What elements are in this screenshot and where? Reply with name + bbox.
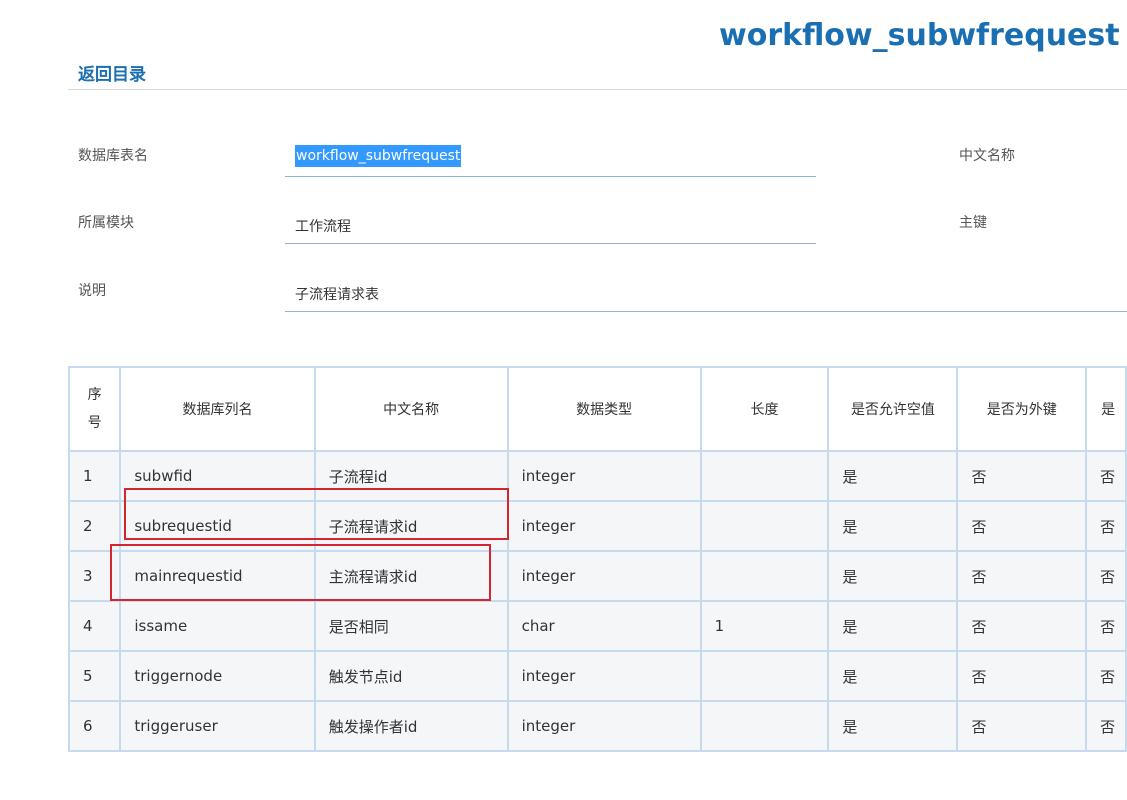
table-row: 5 triggernode 触发节点id integer 是 否 否 <box>67 650 1127 702</box>
cell-column-name: triggernode <box>119 650 316 702</box>
cell-nullable: 是 <box>827 600 959 652</box>
header-column-name: 数据库列名 <box>119 366 316 452</box>
cell-cn-name: 子流程请求id <box>313 500 509 552</box>
cell-column-name: mainrequestid <box>119 550 316 602</box>
cell-seq: 1 <box>67 450 122 502</box>
table-name-field[interactable]: workflow_subwfrequest <box>285 143 816 177</box>
table-row: 3 mainrequestid 主流程请求id integer 是 否 否 <box>67 550 1127 602</box>
cell-length <box>699 500 830 552</box>
cell-nullable: 是 <box>827 500 959 552</box>
primary-key-label: 主键 <box>959 215 987 231</box>
cell-cn-name: 触发操作者id <box>313 700 509 752</box>
back-to-index-link[interactable]: 返回目录 <box>78 60 146 85</box>
table-header-row: 序号 数据库列名 中文名称 数据类型 长度 是否允许空值 是否为外键 是 <box>67 366 1127 452</box>
table-row: 6 triggeruser 触发操作者id integer 是 否 否 <box>67 700 1127 752</box>
cell-seq: 3 <box>67 550 122 602</box>
cell-truncated: 否 <box>1085 450 1127 502</box>
columns-table: 序号 数据库列名 中文名称 数据类型 长度 是否允许空值 是否为外键 是 1 s… <box>67 366 1127 752</box>
cell-truncated: 否 <box>1085 700 1127 752</box>
module-value: 工作流程 <box>295 219 351 235</box>
header-cn-name: 中文名称 <box>313 366 509 452</box>
cell-length <box>699 450 830 502</box>
cell-seq: 2 <box>67 500 122 552</box>
cell-seq: 4 <box>67 600 122 652</box>
cell-nullable: 是 <box>827 550 959 602</box>
cell-length: 1 <box>699 600 830 652</box>
cell-seq: 5 <box>67 650 122 702</box>
module-field[interactable]: 工作流程 <box>285 210 816 244</box>
cell-cn-name: 子流程id <box>313 450 509 502</box>
table-name-label: 数据库表名 <box>78 148 148 164</box>
cell-length <box>699 550 830 602</box>
cell-truncated: 否 <box>1085 600 1127 652</box>
cn-name-label: 中文名称 <box>959 148 1015 164</box>
cell-nullable: 是 <box>827 700 959 752</box>
cell-truncated: 否 <box>1085 500 1127 552</box>
cell-column-name: issame <box>119 600 316 652</box>
cell-seq: 6 <box>67 700 122 752</box>
cell-data-type: char <box>506 600 702 652</box>
cell-cn-name: 是否相同 <box>313 600 509 652</box>
cell-foreign-key: 否 <box>956 500 1088 552</box>
cell-data-type: integer <box>506 700 702 752</box>
cell-truncated: 否 <box>1085 550 1127 602</box>
cell-nullable: 是 <box>827 450 959 502</box>
page-title: workflow_subwfrequest <box>719 18 1120 53</box>
header-nullable: 是否允许空值 <box>827 366 959 452</box>
header-seq: 序号 <box>67 366 122 452</box>
cell-foreign-key: 否 <box>956 700 1088 752</box>
cell-foreign-key: 否 <box>956 650 1088 702</box>
module-label: 所属模块 <box>78 215 134 231</box>
header-length: 长度 <box>699 366 830 452</box>
cell-column-name: subwfid <box>119 450 316 502</box>
table-row: 2 subrequestid 子流程请求id integer 是 否 否 <box>67 500 1127 552</box>
cell-data-type: integer <box>506 550 702 602</box>
cell-nullable: 是 <box>827 650 959 702</box>
cell-truncated: 否 <box>1085 650 1127 702</box>
header-foreign-key: 是否为外键 <box>956 366 1088 452</box>
header-truncated: 是 <box>1085 366 1127 452</box>
cell-data-type: integer <box>506 500 702 552</box>
cell-cn-name: 主流程请求id <box>313 550 509 602</box>
cell-data-type: integer <box>506 450 702 502</box>
cell-length <box>699 700 830 752</box>
cell-column-name: subrequestid <box>119 500 316 552</box>
table-row: 4 issame 是否相同 char 1 是 否 否 <box>67 600 1127 652</box>
cell-data-type: integer <box>506 650 702 702</box>
header-data-type: 数据类型 <box>506 366 702 452</box>
cell-column-name: triggeruser <box>119 700 316 752</box>
table-row: 1 subwfid 子流程id integer 是 否 否 <box>67 450 1127 502</box>
description-field[interactable]: 子流程请求表 <box>285 278 1127 312</box>
cell-foreign-key: 否 <box>956 450 1088 502</box>
header-divider <box>68 89 1127 90</box>
cell-length <box>699 650 830 702</box>
cell-cn-name: 触发节点id <box>313 650 509 702</box>
table-name-value: workflow_subwfrequest <box>295 145 462 167</box>
description-value: 子流程请求表 <box>295 287 379 303</box>
description-label: 说明 <box>78 283 106 299</box>
cell-foreign-key: 否 <box>956 600 1088 652</box>
cell-foreign-key: 否 <box>956 550 1088 602</box>
